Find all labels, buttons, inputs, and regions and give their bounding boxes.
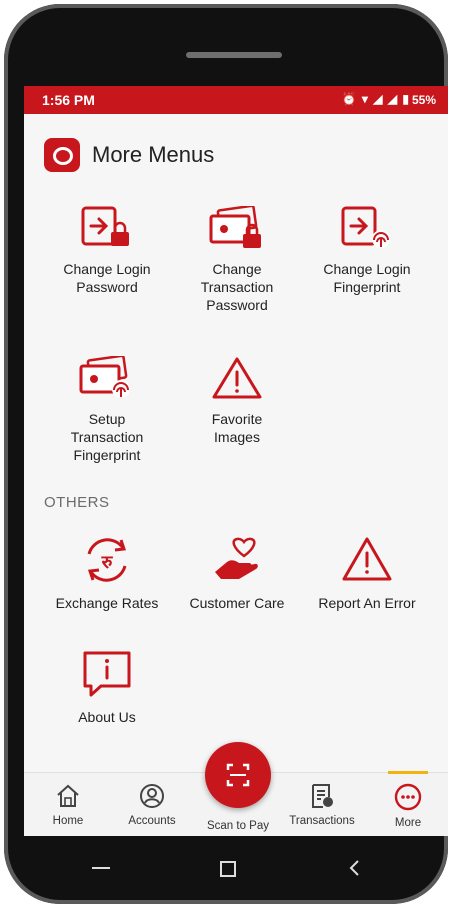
warning-icon: [212, 357, 262, 399]
status-time: 1:56 PM: [42, 92, 95, 108]
info-icon: [83, 651, 131, 697]
bank-logo-icon: [44, 138, 80, 172]
more-icon: [394, 783, 422, 811]
nav-label: Transactions: [289, 815, 355, 827]
speaker: [186, 52, 282, 58]
report-an-error-tile[interactable]: Report An Error: [292, 536, 442, 612]
exchange-rates-tile[interactable]: रु Exchange Rates: [32, 536, 182, 612]
back-button[interactable]: [348, 859, 362, 882]
about-us-tile[interactable]: About Us: [32, 650, 182, 726]
favorite-images-tile[interactable]: Favorite Images: [162, 356, 312, 446]
customer-care-tile[interactable]: Customer Care: [162, 536, 312, 612]
nav-accounts[interactable]: Accounts: [116, 783, 188, 827]
tile-label: Setup Transaction Fingerprint: [70, 411, 144, 463]
others-heading: OTHERS: [44, 494, 110, 511]
page-title: More Menus: [92, 142, 215, 167]
heart-hand-icon: [215, 537, 258, 579]
nav-transactions[interactable]: Transactions: [286, 783, 358, 827]
tile-label: Exchange Rates: [55, 595, 159, 611]
change-transaction-password-tile[interactable]: Change Transaction Password: [162, 206, 312, 314]
active-tab-indicator: [388, 771, 428, 774]
tile-label: Report An Error: [318, 595, 416, 611]
tile-label: Change Transaction Password: [200, 261, 274, 313]
card-lock-icon: [209, 206, 261, 248]
nav-label: Home: [52, 815, 84, 827]
app-screen: 1:56 PM ⏰ ▾ ◢ ◢ ▮ 55% More Menus Change …: [24, 86, 448, 836]
status-icons: ⏰ ▾ ◢ ◢ ▮: [341, 92, 410, 106]
login-lock-icon: [81, 206, 129, 246]
svg-text:रु: रु: [101, 552, 114, 573]
tile-label: Favorite Images: [211, 411, 263, 445]
status-bar: 1:56 PM ⏰ ▾ ◢ ◢ ▮ 55%: [24, 86, 448, 114]
setup-transaction-fingerprint-tile[interactable]: Setup Transaction Fingerprint: [32, 356, 182, 464]
change-login-fingerprint-tile[interactable]: Change Login Fingerprint: [292, 206, 442, 296]
tile-label: Change Login Fingerprint: [323, 261, 411, 295]
back-icon: [349, 860, 359, 876]
card-fingerprint-icon: [79, 356, 130, 398]
login-fingerprint-icon: [341, 206, 390, 248]
phone-frame: 1:56 PM ⏰ ▾ ◢ ◢ ▮ 55% More Menus Change …: [4, 4, 448, 904]
change-login-password-tile[interactable]: Change Login Password: [32, 206, 182, 296]
transactions-icon: [312, 784, 333, 808]
scan-icon: [226, 763, 250, 787]
recents-button[interactable]: [92, 859, 110, 869]
nav-more[interactable]: More: [372, 783, 444, 829]
tile-label: Change Login Password: [63, 261, 151, 295]
exchange-icon: रु: [87, 538, 127, 582]
home-system-button[interactable]: [220, 859, 236, 877]
home-icon: [57, 784, 79, 807]
scan-to-pay-label: Scan to Pay: [206, 820, 269, 832]
nav-home[interactable]: Home: [32, 783, 104, 827]
tile-label: About Us: [78, 709, 136, 725]
tile-label: Customer Care: [189, 595, 285, 611]
nav-label: More: [394, 817, 422, 829]
warning-icon: [342, 537, 392, 581]
account-icon: [140, 784, 164, 808]
page-header: More Menus: [24, 114, 448, 184]
nav-label: Accounts: [128, 815, 176, 827]
battery-level: 55%: [411, 93, 436, 107]
scan-to-pay-button[interactable]: [205, 742, 271, 808]
